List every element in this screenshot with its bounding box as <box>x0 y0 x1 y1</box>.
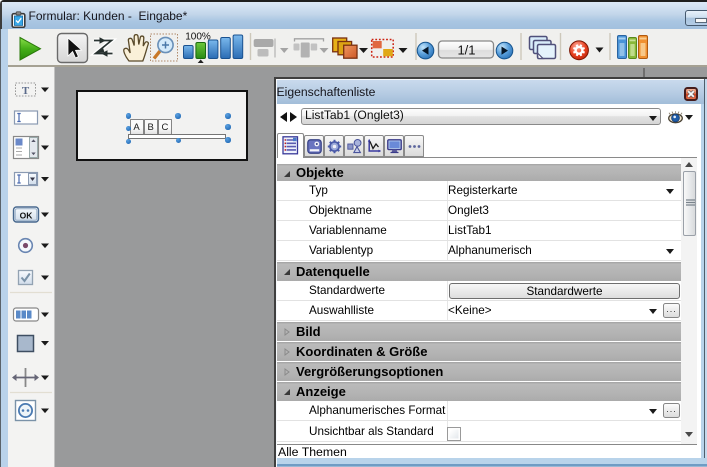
svg-text:100%: 100% <box>185 32 211 43</box>
svg-text:T: T <box>22 85 30 97</box>
svg-text:1/1: 1/1 <box>457 43 475 58</box>
svg-text:OK: OK <box>20 210 34 220</box>
